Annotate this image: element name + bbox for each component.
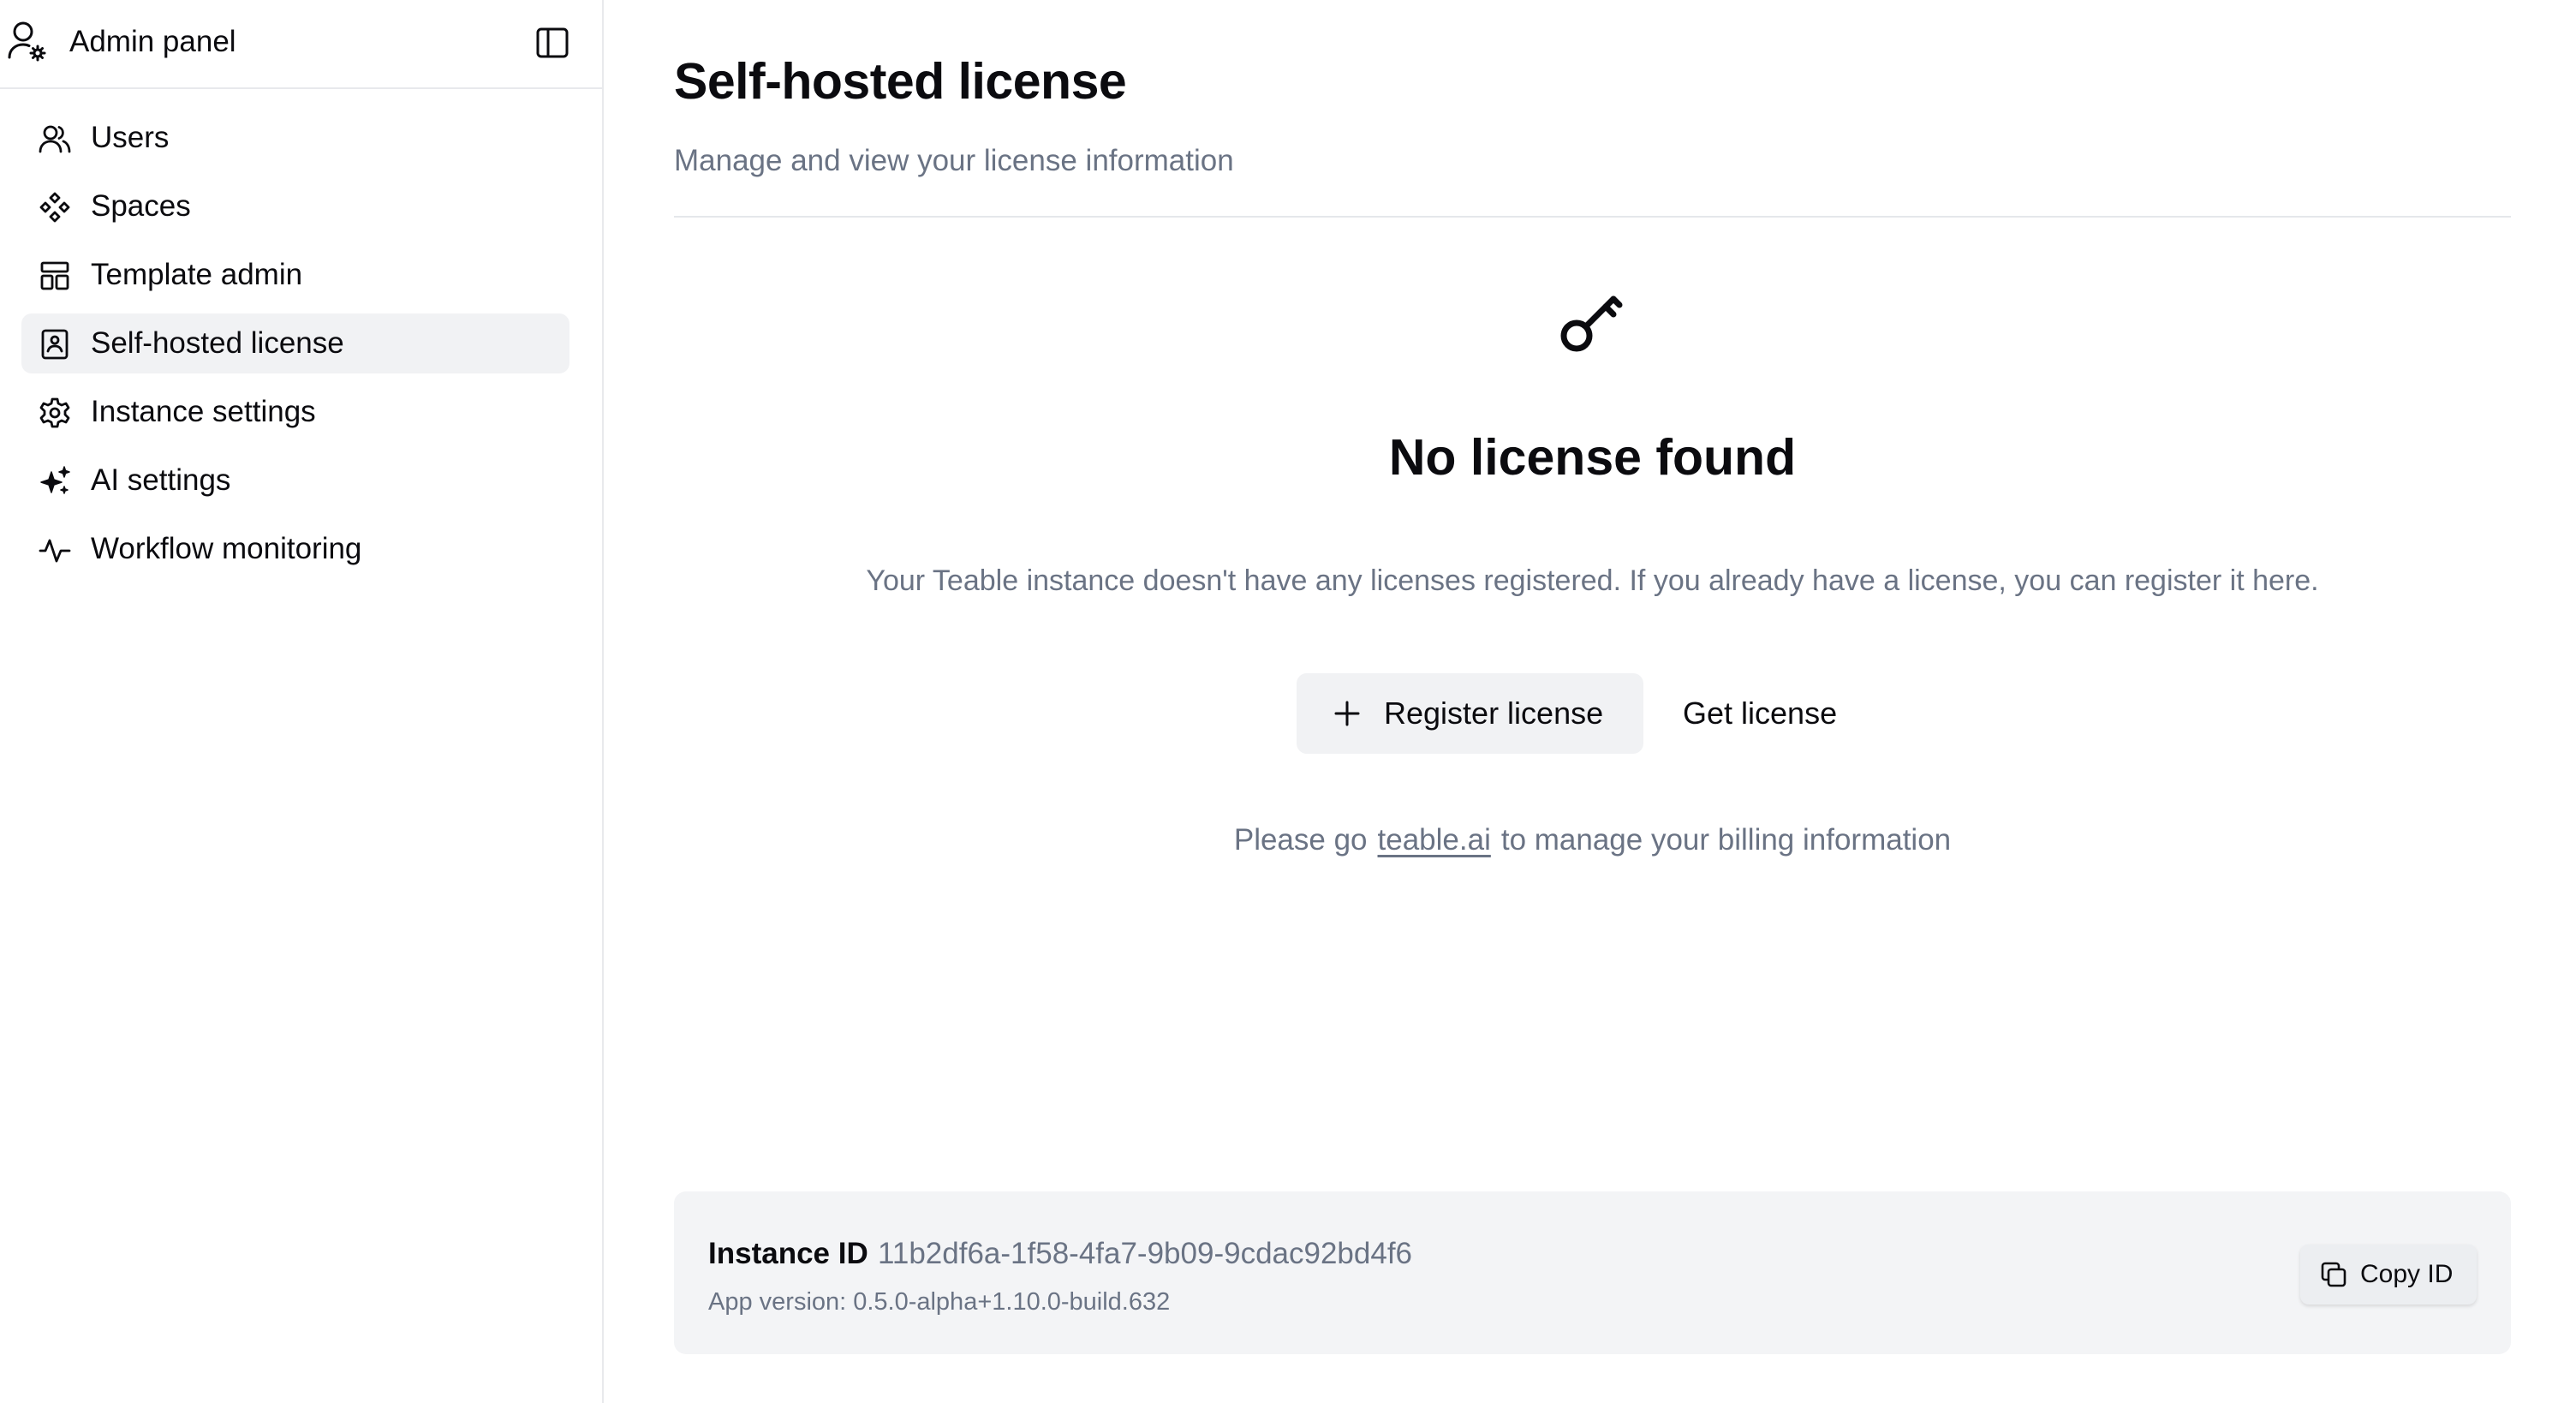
sidebar-item-label: Spaces (91, 189, 191, 223)
page-title: Self-hosted license (674, 53, 1127, 110)
sidebar-title: Admin panel (69, 25, 236, 58)
empty-state-title: No license found (1388, 429, 1797, 486)
plus-icon (1334, 701, 1360, 726)
main-content: Self-hosted license Manage and view your… (674, 0, 2511, 1403)
key-icon (1560, 296, 1623, 352)
billing-suffix: to manage your billing information (1500, 823, 1952, 857)
app-version: App version: 0.5.0-alpha+1.10.0-build.632 (708, 1286, 1170, 1318)
sidebar-item-template-admin[interactable]: Template admin (21, 245, 569, 305)
sparkles-icon (40, 466, 70, 494)
header-divider (674, 216, 2511, 218)
activity-icon (39, 539, 71, 563)
register-license-button[interactable]: Register license (1297, 673, 1643, 754)
sidebar-item-label: Workflow monitoring (91, 532, 362, 565)
sidebar-header: Admin panel (0, 0, 602, 89)
billing-link[interactable]: teable.ai (1378, 823, 1491, 857)
gear-icon (39, 397, 70, 428)
get-license-button[interactable]: Get license (1657, 673, 1858, 754)
license-actions: Register license Get license (674, 673, 2511, 754)
sidebar: Admin panel Users Spaces Template admin … (0, 0, 604, 1403)
sidebar-item-instance-settings[interactable]: Instance settings (21, 382, 569, 442)
license-icon (41, 329, 69, 360)
template-icon (40, 261, 69, 290)
sidebar-item-workflow-monitoring[interactable]: Workflow monitoring (21, 519, 569, 579)
sidebar-item-label: Instance settings (91, 395, 316, 428)
get-license-label: Get license (1683, 696, 1838, 731)
sidebar-toggle-icon[interactable] (534, 24, 571, 62)
users-icon (39, 125, 71, 153)
billing-prefix: Please go (1233, 823, 1368, 857)
user-settings-icon (8, 21, 46, 62)
instance-id-value: 11b2df6a-1f58-4fa7-9b09-9cdac92bd4f6 (878, 1237, 1413, 1270)
copy-id-button[interactable]: Copy ID (2300, 1245, 2477, 1304)
billing-note: Please go teable.ai to manage your billing… (674, 821, 2511, 860)
sidebar-item-label: Template admin (91, 258, 303, 291)
instance-id-label: Instance ID (708, 1237, 868, 1270)
copy-id-label: Copy ID (2360, 1260, 2454, 1288)
sidebar-item-label: AI settings (91, 463, 231, 497)
sidebar-item-users[interactable]: Users (21, 108, 569, 168)
register-license-label: Register license (1384, 696, 1604, 731)
copy-icon (2321, 1262, 2346, 1287)
empty-state-description: Your Teable instance doesn't have any li… (866, 564, 2319, 597)
instance-card: Instance ID 11b2df6a-1f58-4fa7-9b09-9cda… (674, 1191, 2511, 1354)
spaces-icon (39, 192, 70, 223)
sidebar-item-label: Self-hosted license (91, 326, 344, 360)
sidebar-item-label: Users (91, 121, 170, 154)
sidebar-item-self-hosted-license[interactable]: Self-hosted license (21, 313, 569, 373)
sidebar-nav: Users Spaces Template admin Self-hosted … (21, 108, 569, 588)
sidebar-item-ai-settings[interactable]: AI settings (21, 451, 569, 510)
app-version-value: 0.5.0-alpha+1.10.0-build.632 (853, 1288, 1171, 1316)
page-subtitle: Manage and view your license information (674, 144, 1234, 177)
app-version-label: App version: (708, 1288, 847, 1316)
sidebar-item-spaces[interactable]: Spaces (21, 176, 569, 236)
